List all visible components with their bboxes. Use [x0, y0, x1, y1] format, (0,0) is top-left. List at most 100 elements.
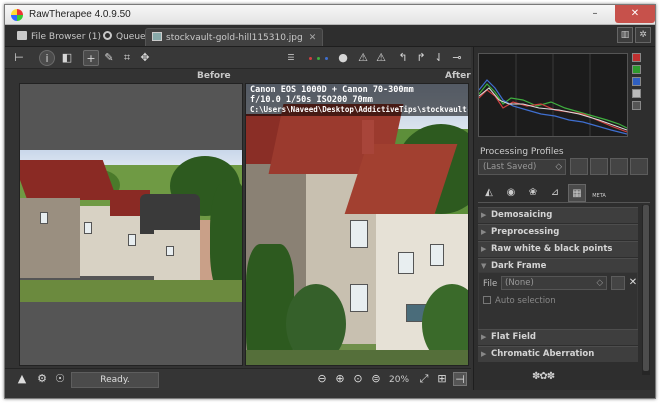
info-icon[interactable]: i	[39, 50, 55, 66]
transform-tab-icon[interactable]: ⊿	[546, 184, 564, 202]
before-label: Before	[197, 71, 231, 81]
color-picker-icon[interactable]: ✎	[101, 50, 117, 66]
tab-close-icon[interactable]: ✕	[309, 33, 317, 43]
rotate-right-icon[interactable]: ↱	[413, 50, 429, 66]
profile-copy-icon[interactable]	[610, 158, 628, 175]
tool-tabs: ◭ ◉ ❀ ⊿ ▦ META	[478, 183, 650, 203]
channel-green-dot[interactable]	[317, 57, 320, 60]
channel-red-dot[interactable]	[309, 57, 312, 60]
detail-tab-icon[interactable]: ◉	[502, 184, 520, 202]
clip-highlight-icon[interactable]: ⚠	[355, 50, 371, 66]
window-title: RawTherapee 4.0.9.50	[29, 9, 131, 20]
dark-frame-file-label: File	[483, 279, 498, 289]
histogram-blue-toggle[interactable]	[632, 77, 641, 86]
section-preprocessing[interactable]: ▶ Preprocessing	[478, 224, 638, 240]
profile-paste-icon[interactable]	[630, 158, 648, 175]
metadata-tab-icon[interactable]: META	[590, 184, 608, 202]
hand-tool-icon[interactable]: ⊢	[11, 50, 27, 66]
before-preview[interactable]	[19, 83, 243, 366]
histogram	[478, 53, 628, 137]
zoom-out-icon[interactable]: ⊖	[315, 372, 329, 386]
editor-tab-bar: File Browser (1) Queue stockvault-gold-h…	[5, 25, 655, 47]
processing-profile-select[interactable]: (Last Saved) ◇	[478, 159, 566, 175]
rawtherapee-logo-icon	[11, 9, 23, 21]
section-chromatic-aberration[interactable]: ▶ Chromatic Aberration	[478, 346, 638, 362]
flip-vertical-icon[interactable]: ⊸	[449, 50, 465, 66]
rotate-left-icon[interactable]: ↰	[395, 50, 411, 66]
checkbox-box	[483, 296, 491, 304]
color-tab-icon[interactable]: ❀	[524, 184, 542, 202]
right-panel-toggle-icon[interactable]: ⊣	[453, 372, 467, 386]
zoom-in-icon[interactable]: ⊕	[333, 372, 347, 386]
lines-icon[interactable]: ☰	[283, 50, 299, 66]
luminance-icon[interactable]: ●	[335, 50, 351, 66]
image-icon	[152, 32, 162, 41]
histogram-raw-toggle[interactable]	[632, 101, 641, 110]
folder-open-icon[interactable]	[611, 276, 625, 290]
top-right-controls: ▥ ✲	[615, 27, 651, 43]
processing-profiles-title: Processing Profiles	[480, 147, 564, 157]
chevron-down-icon: ◇	[596, 278, 603, 288]
left-panel-toggle-icon[interactable]: ▲	[15, 372, 29, 386]
gear-icon	[103, 31, 112, 40]
histogram-green-toggle[interactable]	[632, 65, 641, 74]
channel-blue-dot[interactable]	[325, 57, 328, 60]
dark-frame-panel: File (None) ◇ ✕ Auto selection	[478, 272, 638, 334]
tab-queue[interactable]: Queue	[97, 28, 152, 46]
zoom-100-icon[interactable]: ⊜	[369, 372, 383, 386]
exposure-tab-icon[interactable]: ◭	[480, 184, 498, 202]
chevron-down-icon: ◇	[555, 162, 562, 172]
histogram-red-toggle[interactable]	[632, 53, 641, 62]
tools-scrollbar[interactable]	[642, 205, 650, 375]
expand-icon: ▶	[481, 245, 487, 253]
section-demosaicing[interactable]: ▶ Demosaicing	[478, 207, 638, 223]
crosshair-icon[interactable]: +	[83, 50, 99, 66]
section-dark-frame-label: Dark Frame	[491, 261, 547, 271]
send-to-editor-icon[interactable]: ☉	[53, 372, 67, 386]
folder-icon	[17, 31, 27, 40]
expand-icon: ▶	[481, 211, 487, 219]
ornament-divider-icon: ✽✿✽	[532, 371, 555, 382]
after-photo: Canon EOS 1000D + Canon 70-300mm f/10.0 …	[246, 84, 468, 365]
close-button[interactable]: ✕	[615, 5, 655, 23]
expand-icon: ▶	[481, 228, 487, 236]
histogram-luminance-toggle[interactable]	[632, 89, 641, 98]
after-label: After	[445, 71, 471, 81]
tab-image-editor[interactable]: stockvault-gold-hill115310.jpg ✕	[145, 28, 324, 46]
expand-icon: ▶	[481, 333, 487, 341]
profile-open-icon[interactable]	[570, 158, 588, 175]
fullscreen-icon[interactable]: ⤢	[417, 372, 431, 386]
tab-image-label: stockvault-gold-hill115310.jpg	[166, 33, 303, 43]
after-preview[interactable]: Canon EOS 1000D + Canon 70-300mm f/10.0 …	[245, 83, 469, 366]
zoom-fit-icon[interactable]: ⊙	[351, 372, 365, 386]
profile-save-icon[interactable]	[590, 158, 608, 175]
section-raw-points-label: Raw white & black points	[491, 244, 613, 254]
section-chromatic-label: Chromatic Aberration	[491, 349, 595, 359]
zoom-level: 20%	[389, 375, 410, 385]
section-raw-points[interactable]: ▶ Raw white & black points	[478, 241, 638, 257]
section-flat-field[interactable]: ▶ Flat Field	[478, 329, 638, 345]
crop-icon[interactable]: ⌗	[119, 50, 135, 66]
histogram-channel-buttons	[632, 53, 641, 113]
detail-window-icon[interactable]: ⊞	[435, 372, 449, 386]
queue-gear-icon[interactable]: ⚙	[35, 372, 49, 386]
before-after-icon[interactable]: ◧	[59, 50, 75, 66]
flip-horizontal-icon[interactable]: ⇃	[431, 50, 447, 66]
tab-file-browser[interactable]: File Browser (1)	[11, 28, 107, 46]
minimize-button[interactable]: –	[583, 5, 607, 23]
preferences-icon[interactable]: ✲	[635, 27, 651, 43]
panel-toggle-icon[interactable]: ▥	[617, 27, 633, 43]
dark-frame-file-value: (None)	[505, 278, 534, 288]
auto-selection-checkbox[interactable]: Auto selection	[483, 296, 556, 306]
processing-profile-value: (Last Saved)	[483, 162, 537, 172]
right-panel: Processing Profiles (Last Saved) ◇ ◭ ◉ ❀ …	[473, 47, 655, 390]
raw-tab-icon[interactable]: ▦	[568, 184, 586, 202]
bottom-bar: ▲ ⚙ ☉ Ready. ⊖ ⊕ ⊙ ⊜ 20% ⤢ ⊞ ⊣	[5, 368, 471, 390]
exif-camera-line: Canon EOS 1000D + Canon 70-300mm	[250, 85, 414, 95]
straighten-icon[interactable]: ✥	[137, 50, 153, 66]
clip-shadow-icon[interactable]: ⚠	[373, 50, 389, 66]
clear-icon[interactable]: ✕	[627, 276, 639, 290]
dark-frame-file-select[interactable]: (None) ◇	[501, 276, 607, 290]
scrollbar-thumb[interactable]	[643, 205, 649, 371]
histogram-graph	[478, 54, 628, 136]
